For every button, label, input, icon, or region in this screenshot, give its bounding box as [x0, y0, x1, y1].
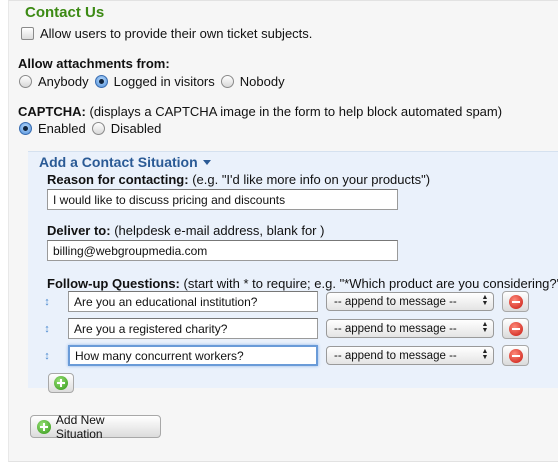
- remove-question-button[interactable]: [502, 345, 529, 366]
- select-arrows-icon: ▲ ▼: [481, 348, 489, 361]
- captcha-label: CAPTCHA:: [18, 104, 86, 119]
- radio-logged-in-visitors[interactable]: [94, 75, 108, 88]
- captcha-options: Enabled Disabled: [19, 121, 167, 136]
- followup-action-value: -- append to message --: [334, 295, 457, 308]
- select-arrows-icon: ▲ ▼: [481, 321, 489, 334]
- followup-action-value: -- append to message --: [334, 349, 457, 362]
- radio-captcha-disabled-label: Disabled: [110, 121, 162, 136]
- minus-circle-icon: [508, 348, 523, 363]
- captcha-label-row: CAPTCHA: (displays a CAPTCHA image in th…: [18, 104, 502, 119]
- radio-captcha-enabled[interactable]: [19, 122, 32, 135]
- caret-down-icon: [202, 159, 211, 165]
- plus-circle-icon: [54, 376, 68, 390]
- radio-nobody-label: Nobody: [239, 74, 285, 89]
- followup-action-select[interactable]: -- append to message -- ▲ ▼: [326, 319, 494, 338]
- radio-anybody-label: Anybody: [38, 74, 89, 89]
- radio-nobody[interactable]: [220, 75, 234, 88]
- radio-anybody[interactable]: [19, 75, 32, 88]
- followup-action-select[interactable]: -- append to message -- ▲ ▼: [326, 292, 494, 311]
- minus-circle-icon: [508, 321, 523, 336]
- followup-label: Follow-up Questions:: [47, 276, 180, 291]
- deliver-label-row: Deliver to: (helpdesk e-mail address, bl…: [47, 223, 324, 238]
- contact-situation-section: Add a Contact Situation Reason for conta…: [28, 151, 558, 393]
- minus-circle-icon: [508, 294, 523, 309]
- allow-subjects-checkbox[interactable]: [21, 27, 34, 40]
- captcha-description: (displays a CAPTCHA image in the form to…: [85, 104, 503, 119]
- situation-title-text: Add a Contact Situation: [39, 154, 198, 170]
- select-arrows-icon: ▲ ▼: [481, 294, 489, 307]
- allow-subjects-label: Allow users to provide their own ticket …: [40, 26, 313, 41]
- reason-label-row: Reason for contacting: (e.g. "I'd like m…: [47, 172, 430, 187]
- section-heading: Contact Us: [25, 4, 105, 21]
- radio-logged-in-visitors-label: Logged in visitors: [113, 74, 215, 89]
- deliver-hint: (helpdesk e-mail address, blank for ): [110, 223, 325, 238]
- reason-hint: (e.g. "I'd like more info on your produc…: [188, 172, 431, 187]
- radio-captcha-enabled-label: Enabled: [38, 121, 86, 136]
- plus-circle-icon: [37, 419, 51, 434]
- attachments-options: Anybody Logged in visitors Nobody: [19, 74, 291, 89]
- deliver-input[interactable]: [47, 240, 398, 261]
- followup-action-value: -- append to message --: [334, 322, 457, 335]
- allow-subjects-row: Allow users to provide their own ticket …: [21, 26, 318, 41]
- situation-title[interactable]: Add a Contact Situation: [39, 154, 211, 170]
- followup-question-input[interactable]: [68, 291, 318, 312]
- add-new-situation-button[interactable]: Add New Situation: [30, 412, 161, 441]
- add-new-situation-label: Add New Situation: [55, 412, 105, 441]
- remove-question-button[interactable]: [502, 318, 529, 339]
- followup-action-select[interactable]: -- append to message -- ▲ ▼: [326, 346, 494, 365]
- contact-us-panel: Contact Us Allow users to provide their …: [8, 0, 558, 462]
- drag-handle-icon[interactable]: ↕: [43, 322, 51, 336]
- deliver-label: Deliver to:: [47, 223, 111, 238]
- reason-input[interactable]: [47, 189, 398, 210]
- drag-handle-icon[interactable]: ↕: [43, 295, 51, 309]
- followup-label-row: Follow-up Questions: (start with * to re…: [47, 276, 558, 291]
- reason-label: Reason for contacting:: [47, 172, 189, 187]
- drag-handle-icon[interactable]: ↕: [43, 349, 51, 363]
- followup-question-input[interactable]: [68, 318, 318, 339]
- radio-captcha-disabled[interactable]: [91, 122, 105, 135]
- followup-question-input[interactable]: [68, 345, 318, 366]
- followup-hint: (start with * to require; e.g. "*Which p…: [179, 276, 558, 291]
- attachments-label: Allow attachments from:: [18, 56, 170, 71]
- remove-question-button[interactable]: [502, 291, 529, 312]
- add-question-button[interactable]: [48, 373, 74, 393]
